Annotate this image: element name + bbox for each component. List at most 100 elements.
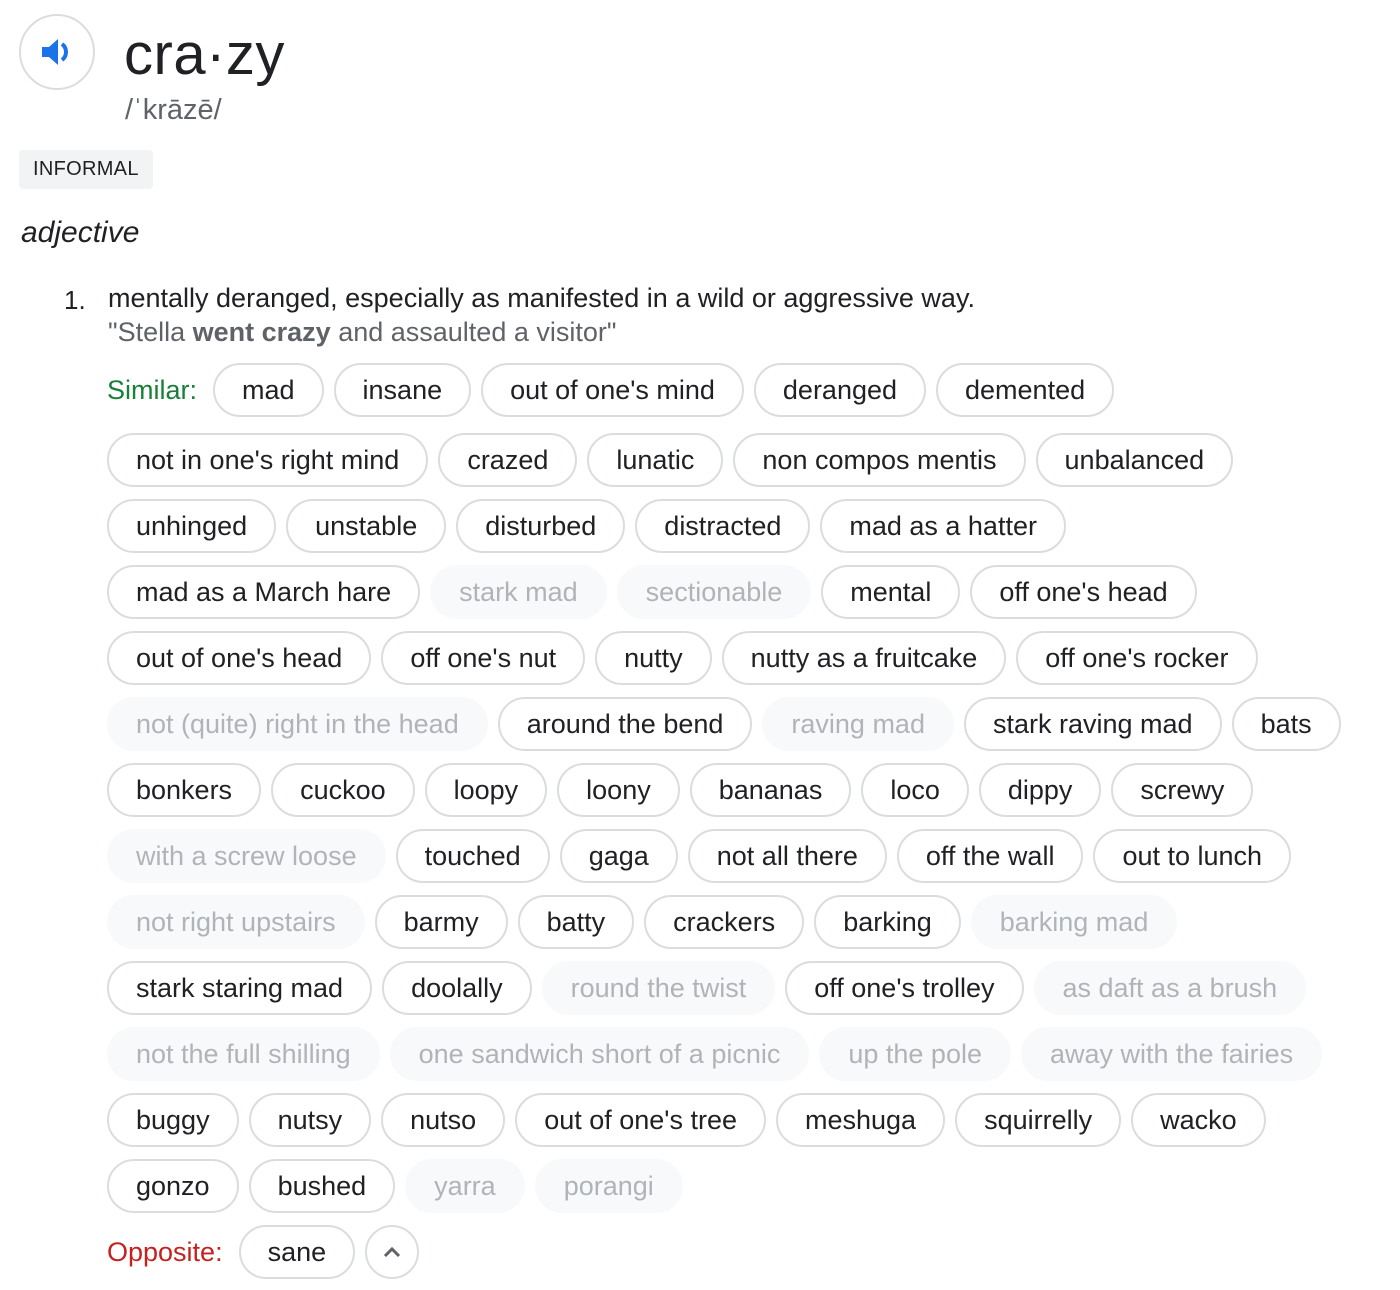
register-badge: INFORMAL: [19, 150, 153, 189]
synonym-row: not right upstairs barmy batty crackers bark…: [107, 894, 1400, 950]
synonym-row: bonkers cuckoo loopy loony bananas loco dippy s…: [107, 762, 1400, 818]
synonym-chip[interactable]: up the pole: [819, 1027, 1011, 1081]
synonym-chip[interactable]: bushed: [248, 1159, 396, 1213]
synonym-chip[interactable]: loco: [861, 763, 969, 817]
synonym-chip[interactable]: out of one's tree: [515, 1093, 766, 1147]
synonym-chip[interactable]: bats: [1231, 697, 1341, 751]
synonym-chip[interactable]: doolally: [382, 961, 532, 1015]
synonym-row: not (quite) right in the head around the …: [107, 696, 1400, 752]
synonym-chip[interactable]: out of one's mind: [481, 363, 744, 417]
synonym-chip[interactable]: distracted: [635, 499, 811, 553]
synonym-chip[interactable]: off one's trolley: [785, 961, 1024, 1015]
synonym-row: gonzo bushed yarra porangi: [107, 1158, 1400, 1214]
synonym-chip[interactable]: not the full shilling: [107, 1027, 380, 1081]
synonym-chip[interactable]: unstable: [286, 499, 447, 553]
synonym-chip[interactable]: off one's rocker: [1016, 631, 1258, 685]
synonym-chip[interactable]: bonkers: [107, 763, 262, 817]
synonym-chip[interactable]: raving mad: [762, 697, 954, 751]
synonym-chip[interactable]: disturbed: [456, 499, 626, 553]
synonym-chip[interactable]: lunatic: [587, 433, 724, 487]
synonym-chip[interactable]: meshuga: [775, 1093, 946, 1147]
antonym-row: Opposite: sane: [107, 1224, 1400, 1280]
synonym-chip[interactable]: out to lunch: [1093, 829, 1292, 883]
synonym-chip[interactable]: not right upstairs: [107, 895, 365, 949]
synonym-row: Similar: mad insane out of one's mind derang…: [107, 362, 1400, 418]
synonym-chip[interactable]: unhinged: [107, 499, 277, 553]
synonym-chip[interactable]: not (quite) right in the head: [107, 697, 488, 751]
opposite-label: Opposite:: [107, 1237, 223, 1267]
synonym-row: not in one's right mind crazed lunatic non …: [107, 432, 1400, 488]
synonym-chip[interactable]: nutty as a fruitcake: [721, 631, 1007, 685]
antonym-chip[interactable]: sane: [238, 1225, 356, 1279]
headword: cra·zy: [124, 22, 285, 87]
synonym-chip[interactable]: off the wall: [896, 829, 1084, 883]
synonym-chip[interactable]: porangi: [534, 1159, 683, 1213]
synonym-chip[interactable]: unbalanced: [1035, 433, 1234, 487]
synonym-row: buggy nutsy nutso out of one's tree meshuga s…: [107, 1092, 1400, 1148]
synonym-chip[interactable]: crazed: [438, 433, 578, 487]
synonym-chip[interactable]: loony: [557, 763, 680, 817]
synonym-chip[interactable]: loopy: [424, 763, 548, 817]
synonym-chip[interactable]: sectionable: [616, 565, 812, 619]
synonym-chip[interactable]: mad as a March hare: [107, 565, 421, 619]
synonym-chip[interactable]: mad as a hatter: [820, 499, 1066, 553]
synonym-chip[interactable]: as daft as a brush: [1033, 961, 1307, 1015]
definition-text: mentally deranged, especially as manifes…: [108, 283, 975, 313]
example-highlight: went crazy: [192, 317, 331, 347]
synonym-chip[interactable]: round the twist: [541, 961, 776, 1015]
phonetic-spelling: /ˈkrāzē/: [125, 94, 222, 126]
synonym-chip[interactable]: buggy: [107, 1093, 239, 1147]
example-after: and assaulted a visitor": [330, 317, 617, 347]
synonym-chip[interactable]: off one's nut: [381, 631, 586, 685]
synonym-row: unhinged unstable disturbed distracted mad a…: [107, 498, 1400, 554]
synonym-chip[interactable]: barking mad: [970, 895, 1178, 949]
synonym-chip[interactable]: batty: [517, 895, 635, 949]
synonym-chip[interactable]: yarra: [405, 1159, 525, 1213]
synonym-row: out of one's head off one's nut nutty nutty…: [107, 630, 1400, 686]
chevron-up-icon: [384, 1246, 401, 1258]
synonym-chip[interactable]: gaga: [559, 829, 678, 883]
synonym-row: stark staring mad doolally round the twist…: [107, 960, 1400, 1016]
synonym-chip[interactable]: touched: [395, 829, 550, 883]
synonym-chip[interactable]: with a screw loose: [107, 829, 386, 883]
synonym-chip[interactable]: insane: [333, 363, 472, 417]
synonym-chip[interactable]: crackers: [644, 895, 805, 949]
synonym-chip[interactable]: demented: [936, 363, 1115, 417]
synonym-chip[interactable]: stark staring mad: [107, 961, 373, 1015]
pronounce-button[interactable]: [19, 14, 95, 90]
synonym-chip[interactable]: out of one's head: [107, 631, 372, 685]
synonym-chip[interactable]: nutso: [381, 1093, 506, 1147]
synonym-chip[interactable]: not all there: [687, 829, 887, 883]
synonym-chip[interactable]: wacko: [1131, 1093, 1266, 1147]
collapse-button[interactable]: [365, 1225, 420, 1279]
synonym-chip[interactable]: screwy: [1111, 763, 1254, 817]
synonym-chip[interactable]: mental: [821, 565, 961, 619]
synonym-chip[interactable]: not in one's right mind: [107, 433, 429, 487]
speaker-icon: [42, 39, 68, 65]
synonym-chip[interactable]: non compos mentis: [733, 433, 1026, 487]
synonym-chip[interactable]: stark mad: [430, 565, 607, 619]
part-of-speech: adjective: [21, 216, 140, 249]
synonym-chip[interactable]: gonzo: [107, 1159, 239, 1213]
synonym-row: mad as a March hare stark mad sectionable m…: [107, 564, 1400, 620]
synonym-chip[interactable]: squirrelly: [955, 1093, 1122, 1147]
synonym-row: not the full shilling one sandwich short …: [107, 1026, 1400, 1082]
synonym-chip[interactable]: nutsy: [248, 1093, 372, 1147]
synonym-chip[interactable]: cuckoo: [271, 763, 415, 817]
synonym-chip[interactable]: dippy: [978, 763, 1102, 817]
synonym-row: with a screw loose touched gaga not all the…: [107, 828, 1400, 884]
synonym-chip[interactable]: around the bend: [497, 697, 753, 751]
synonym-chip[interactable]: deranged: [753, 363, 927, 417]
synonym-chip[interactable]: off one's head: [970, 565, 1197, 619]
sense-number: 1.: [64, 285, 86, 315]
example-sentence: "Stella went crazy and assaulted a visit…: [108, 315, 616, 349]
synonyms-section: Similar: mad insane out of one's mind derang…: [107, 362, 1400, 1290]
synonym-chip[interactable]: stark raving mad: [963, 697, 1222, 751]
synonym-chip[interactable]: mad: [213, 363, 324, 417]
synonym-chip[interactable]: bananas: [689, 763, 852, 817]
synonym-chip[interactable]: away with the fairies: [1020, 1027, 1323, 1081]
synonym-chip[interactable]: barking: [814, 895, 961, 949]
synonym-chip[interactable]: barmy: [374, 895, 508, 949]
synonym-chip[interactable]: nutty: [595, 631, 712, 685]
synonym-chip[interactable]: one sandwich short of a picnic: [389, 1027, 810, 1081]
